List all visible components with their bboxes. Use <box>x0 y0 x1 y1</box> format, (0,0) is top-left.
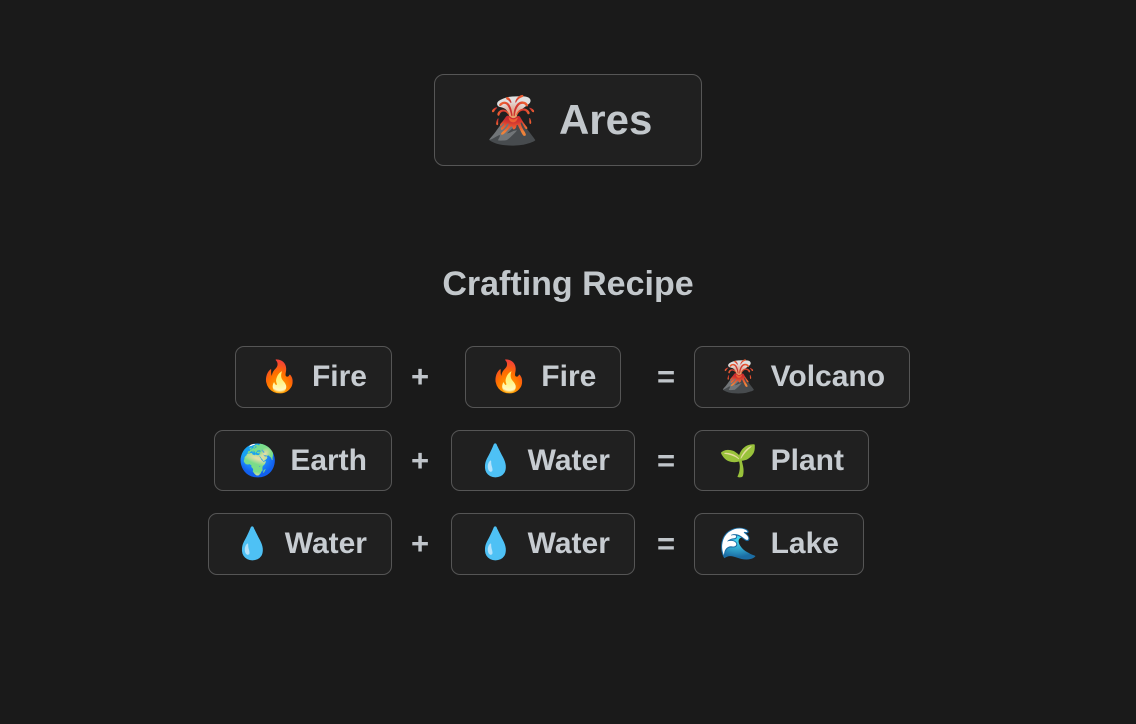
water-wave-icon: 🌊 <box>719 526 758 562</box>
result-chip[interactable]: 🌱 Plant <box>694 429 869 491</box>
ingredient-label: Water <box>527 443 610 477</box>
plus-icon: + <box>410 442 430 478</box>
recipe-row: 🔥 Fire <box>202 346 392 408</box>
droplet-icon: 💧 <box>476 526 515 562</box>
ingredient-chip-b[interactable]: 🔥 Fire <box>464 346 622 408</box>
result-chip[interactable]: 🌊 Lake <box>694 513 864 575</box>
ingredient-label: Fire <box>311 360 367 393</box>
seedling-icon: 🌱 <box>719 442 758 478</box>
plus-icon: + <box>410 526 430 562</box>
ingredient-chip-b[interactable]: 💧 Water <box>451 513 635 575</box>
result-label: Lake <box>770 527 839 560</box>
ingredient-b-cell: 🔥 Fire <box>448 346 638 408</box>
ingredient-label: Fire <box>541 360 597 393</box>
element-name: Ares <box>558 96 653 143</box>
earth-globe-icon: 🌍 <box>238 442 278 478</box>
recipe-row: 🌍 Earth <box>202 429 392 491</box>
header-section: 🌋 Ares <box>0 74 1136 166</box>
recipe-row: 💧 Water <box>202 513 392 575</box>
equals-operator-cell: = <box>638 445 694 476</box>
volcano-icon: 🌋 <box>483 94 541 146</box>
result-cell: 🌋 Volcano <box>694 346 934 408</box>
plus-icon: + <box>410 359 430 395</box>
current-element-card[interactable]: 🌋 Ares <box>434 74 702 166</box>
crafting-recipe-title: Crafting Recipe <box>442 265 694 303</box>
fire-icon: 🔥 <box>260 359 299 395</box>
ingredient-label: Earth <box>290 443 367 477</box>
plus-operator-cell: + <box>392 361 448 392</box>
result-cell: 🌊 Lake <box>694 513 934 575</box>
ingredient-chip-b[interactable]: 💧 Water <box>451 429 635 491</box>
volcano-icon: 🌋 <box>719 359 758 395</box>
equals-operator-cell: = <box>638 361 694 392</box>
recipe-list: 🔥 Fire + 🔥 Fire = 🌋 Volcano 🌍 Earth + 💧 … <box>202 346 934 575</box>
ingredient-b-cell: 💧 Water <box>448 513 638 575</box>
plus-operator-cell: + <box>392 445 448 476</box>
plus-operator-cell: + <box>392 528 448 559</box>
equals-icon: = <box>656 526 676 562</box>
ingredient-b-cell: 💧 Water <box>448 429 638 491</box>
result-cell: 🌱 Plant <box>694 429 934 491</box>
fire-icon: 🔥 <box>489 359 529 395</box>
equals-icon: = <box>656 442 676 478</box>
ingredient-chip-a[interactable]: 🌍 Earth <box>213 429 392 491</box>
ingredient-chip-a[interactable]: 💧 Water <box>208 513 392 575</box>
ingredient-label: Water <box>527 527 610 560</box>
result-label: Volcano <box>770 360 886 393</box>
result-label: Plant <box>770 443 844 477</box>
equals-icon: = <box>656 359 676 395</box>
ingredient-label: Water <box>284 527 367 560</box>
result-chip[interactable]: 🌋 Volcano <box>694 346 911 408</box>
droplet-icon: 💧 <box>476 442 515 478</box>
droplet-icon: 💧 <box>233 526 272 562</box>
element-crafting-page: 🌋 Ares Crafting Recipe 🔥 Fire + 🔥 Fire = <box>0 0 1136 724</box>
ingredient-chip-a[interactable]: 🔥 Fire <box>235 346 392 408</box>
equals-operator-cell: = <box>638 528 694 559</box>
